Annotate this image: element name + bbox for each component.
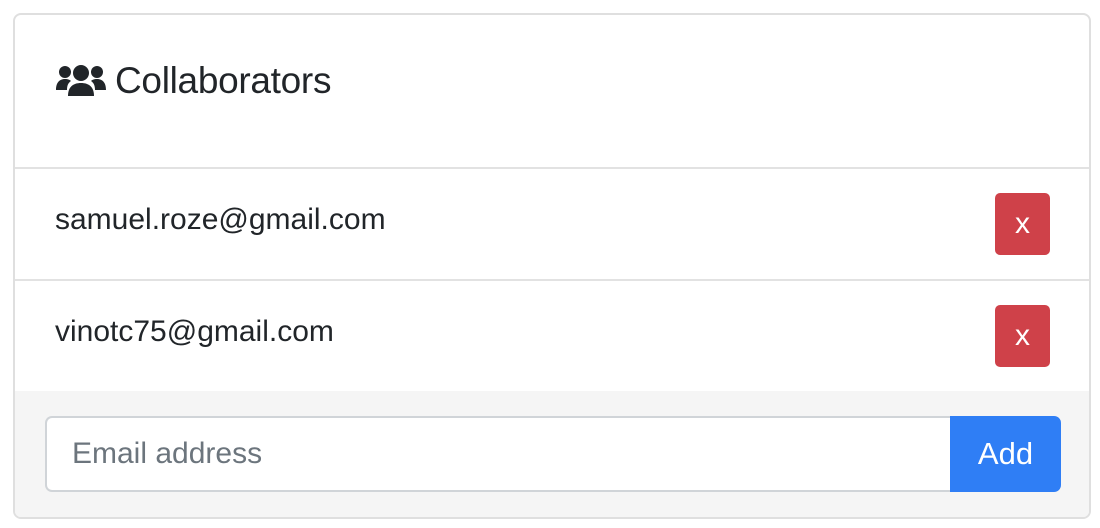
email-input[interactable]: [45, 416, 951, 492]
collaborators-card: Collaborators samuel.roze@gmail.com x vi…: [13, 13, 1091, 519]
add-button[interactable]: Add: [950, 416, 1061, 492]
card-header: Collaborators: [15, 15, 1089, 169]
collaborator-email: samuel.roze@gmail.com: [55, 203, 386, 236]
list-item: vinotc75@gmail.com x: [15, 281, 1089, 394]
card-title: Collaborators: [115, 60, 332, 101]
remove-collaborator-button[interactable]: x: [995, 193, 1050, 255]
collaborator-email: vinotc75@gmail.com: [55, 315, 334, 348]
users-icon: [55, 63, 107, 99]
remove-collaborator-button[interactable]: x: [995, 305, 1050, 367]
card-footer: Add: [15, 391, 1089, 517]
list-item: samuel.roze@gmail.com x: [15, 169, 1089, 281]
collaborators-list: samuel.roze@gmail.com x vinotc75@gmail.c…: [15, 169, 1089, 394]
